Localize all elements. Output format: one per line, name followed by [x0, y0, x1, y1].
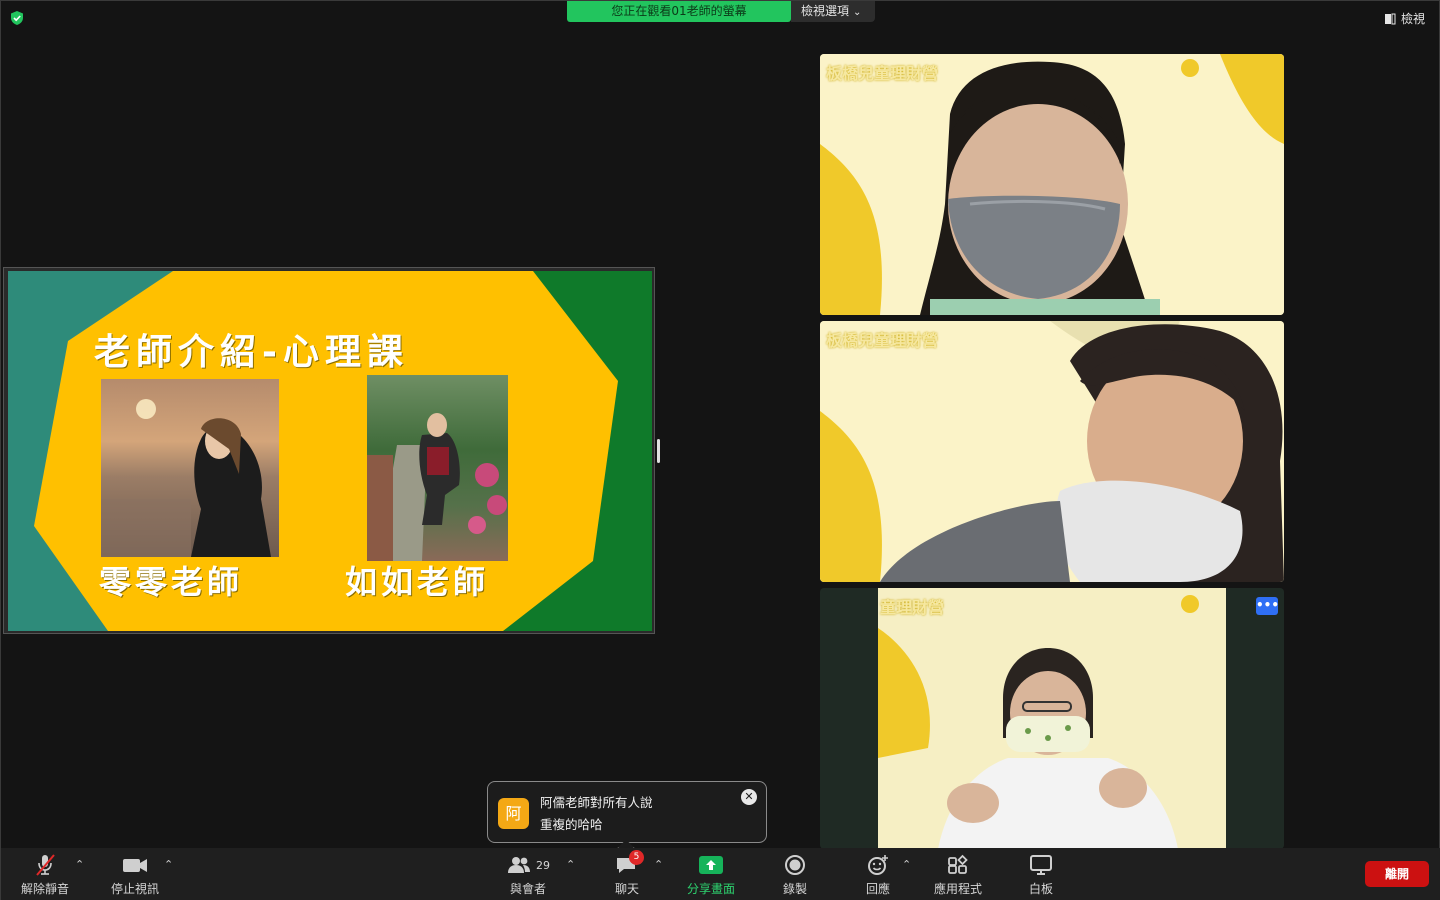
view-label: 檢視	[1400, 12, 1425, 26]
view-options-label: 檢視選項	[801, 4, 850, 18]
unmute-label: 解除靜音	[21, 882, 70, 896]
apps-icon	[945, 852, 971, 878]
reactions-button[interactable]: 回應	[865, 852, 891, 897]
view-layout-icon	[1384, 13, 1396, 24]
split-resize-handle[interactable]	[657, 439, 660, 463]
view-options-button[interactable]: 檢視選項 ⌄	[791, 1, 875, 22]
chat-sender-line: 阿儒老師對所有人說	[540, 795, 653, 810]
leave-meeting-button[interactable]: 離開	[1365, 861, 1429, 887]
participants-caret-icon[interactable]: ⌃	[566, 858, 575, 871]
view-button[interactable]: 檢視	[1384, 10, 1425, 27]
reactions-caret-icon[interactable]: ⌃	[902, 858, 911, 871]
teacher2-photo	[367, 375, 508, 561]
participants-icon: 29	[506, 852, 550, 878]
apps-label: 應用程式	[934, 882, 983, 896]
record-button[interactable]: 錄製	[782, 852, 808, 897]
emoji-reaction-icon	[865, 852, 891, 878]
share-screen-label: 分享畫面	[687, 882, 736, 896]
shared-screen[interactable]: 老師介紹-心理課 零零老師 如如老師	[3, 267, 655, 634]
participants-label: 與會者	[509, 882, 546, 896]
screen-share-banner: 您正在觀看01老師的螢幕	[567, 1, 791, 22]
share-screen-icon	[698, 852, 724, 878]
background-watermark: 童理財營	[880, 598, 945, 617]
audio-options-caret-icon[interactable]: ⌃	[75, 858, 84, 871]
stop-video-label: 停止視訊	[111, 882, 160, 896]
chevron-down-icon: ⌄	[853, 7, 862, 18]
record-icon	[782, 852, 808, 878]
chat-message: 重複的哈哈	[540, 817, 603, 832]
teacher1-photo	[101, 379, 279, 557]
chat-unread-badge: 5	[629, 850, 644, 865]
mic-muted-icon	[32, 852, 58, 878]
teacher2-name: 如如老師	[345, 563, 490, 601]
video-frame-3: 童理財營	[878, 588, 1226, 849]
chat-button[interactable]: 5 聊天	[615, 850, 644, 897]
background-watermark: 板橋兒童理財營	[826, 64, 939, 83]
record-label: 錄製	[782, 882, 807, 896]
stop-video-button[interactable]: 停止視訊	[111, 852, 159, 897]
chat-label: 聊天	[615, 882, 640, 896]
participants-count: 29	[536, 858, 550, 872]
video-options-caret-icon[interactable]: ⌃	[164, 858, 173, 871]
meeting-toolbar: 解除靜音 ⌃ 停止視訊 ⌃ 29 與會者 ⌃ 5 聊天 ⌃ 分享畫面 錄製 回應…	[1, 848, 1440, 900]
video-camera-icon	[121, 852, 149, 878]
whiteboard-button[interactable]: 白板	[1028, 852, 1054, 897]
whiteboard-icon	[1028, 852, 1054, 878]
teacher1-name: 零零老師	[99, 563, 244, 601]
participant-video-3[interactable]: 童理財營 •••	[820, 588, 1284, 849]
chat-caret-icon[interactable]: ⌃	[654, 858, 663, 871]
share-screen-button[interactable]: 分享畫面	[687, 852, 735, 897]
slide-title: 老師介紹-心理課	[94, 332, 409, 373]
more-options-button[interactable]: •••	[1256, 597, 1279, 615]
video-frame-2	[820, 321, 1284, 582]
apps-button[interactable]: 應用程式	[934, 852, 982, 897]
unmute-button[interactable]: 解除靜音	[21, 852, 69, 897]
background-watermark: 板橋兒童理財營	[826, 331, 939, 350]
sender-avatar: 阿	[498, 798, 529, 829]
reactions-label: 回應	[865, 882, 890, 896]
close-icon[interactable]: ✕	[741, 789, 757, 805]
video-frame-1	[820, 54, 1284, 315]
presentation-slide: 老師介紹-心理課 零零老師 如如老師	[8, 271, 652, 631]
chat-notification[interactable]: 阿 阿儒老師對所有人說 重複的哈哈 ✕	[487, 781, 767, 857]
participants-button[interactable]: 29 與會者	[506, 852, 550, 897]
participant-video-2[interactable]: 板橋兒童理財營	[820, 321, 1284, 582]
zoom-meeting-window: 您正在觀看01老師的螢幕 檢視選項 ⌄ 檢視 老師介紹-心理課 零零老師 如如老…	[0, 0, 1440, 900]
chat-bubble-icon: 5	[615, 850, 644, 878]
whiteboard-label: 白板	[1028, 882, 1053, 896]
participant-video-1[interactable]: 板橋兒童理財營	[820, 54, 1284, 315]
encryption-shield-icon[interactable]	[10, 11, 24, 25]
